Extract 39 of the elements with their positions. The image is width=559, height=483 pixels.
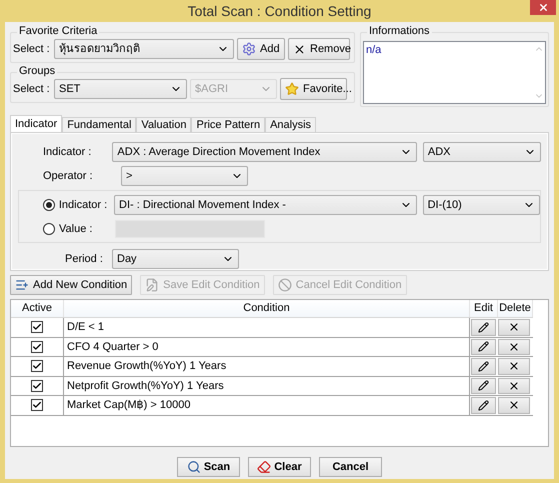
operator-label: Operator : [42, 168, 94, 184]
select-label: Select : [13, 42, 51, 57]
window-title: Total Scan : Condition Setting [188, 2, 372, 21]
table-cell: Revenue Growth(%YoY) 1 Years [64, 357, 470, 376]
select-label: Select : [13, 82, 51, 97]
table-cell: CFO 4 Quarter > 0 [64, 338, 470, 356]
column-header: Condition [64, 300, 470, 317]
column-header: Active [11, 300, 64, 317]
group-title: Groups [17, 64, 58, 78]
favorite-criteria-dropdown[interactable]: หุ้นรอดยามวิกฤติ [54, 39, 234, 59]
radio-label: Indicator : [58, 198, 108, 213]
period-label: Period : [64, 252, 104, 267]
tab[interactable]: Indicator [10, 115, 62, 132]
dialog-button[interactable]: Clear [248, 457, 311, 477]
table-cell: Market Cap(M฿) > 10000 [64, 396, 470, 414]
information-textbox[interactable]: n/a [363, 41, 546, 104]
operator-dropdown[interactable]: > [121, 166, 248, 186]
table-cell: Netprofit Growth(%YoY) 1 Years [64, 376, 470, 395]
group-dropdown[interactable]: SET [54, 79, 187, 99]
information-text: n/a [365, 43, 382, 58]
indicator-line-dropdown[interactable]: ADX [422, 142, 541, 162]
indicator-dropdown[interactable]: DI- : Directional Movement Index - [114, 195, 417, 215]
period-dropdown[interactable]: Day [112, 249, 239, 269]
tab[interactable]: Price Pattern [191, 117, 266, 132]
column-header: Edit [470, 300, 498, 317]
dialog-button[interactable]: Cancel [319, 457, 382, 477]
indicator-line-dropdown[interactable]: DI-(10) [422, 195, 540, 215]
tab[interactable]: Fundamental [62, 117, 136, 132]
indicator-label: Indicator : [42, 144, 92, 160]
table-cell: D/E < 1 [64, 318, 470, 336]
tab[interactable]: Analysis [265, 117, 316, 132]
remove-button[interactable]: Remove [288, 38, 350, 60]
condition-button[interactable]: Add New Condition [10, 275, 132, 295]
indicator-dropdown[interactable]: ADX : Average Direction Movement Index [112, 142, 417, 162]
add-button[interactable]: Add [237, 38, 285, 60]
dialog-button[interactable]: Scan [177, 457, 240, 477]
tab[interactable]: Valuation [136, 117, 192, 132]
column-header: Delete [498, 300, 533, 317]
radio-label: Value : [58, 222, 94, 237]
